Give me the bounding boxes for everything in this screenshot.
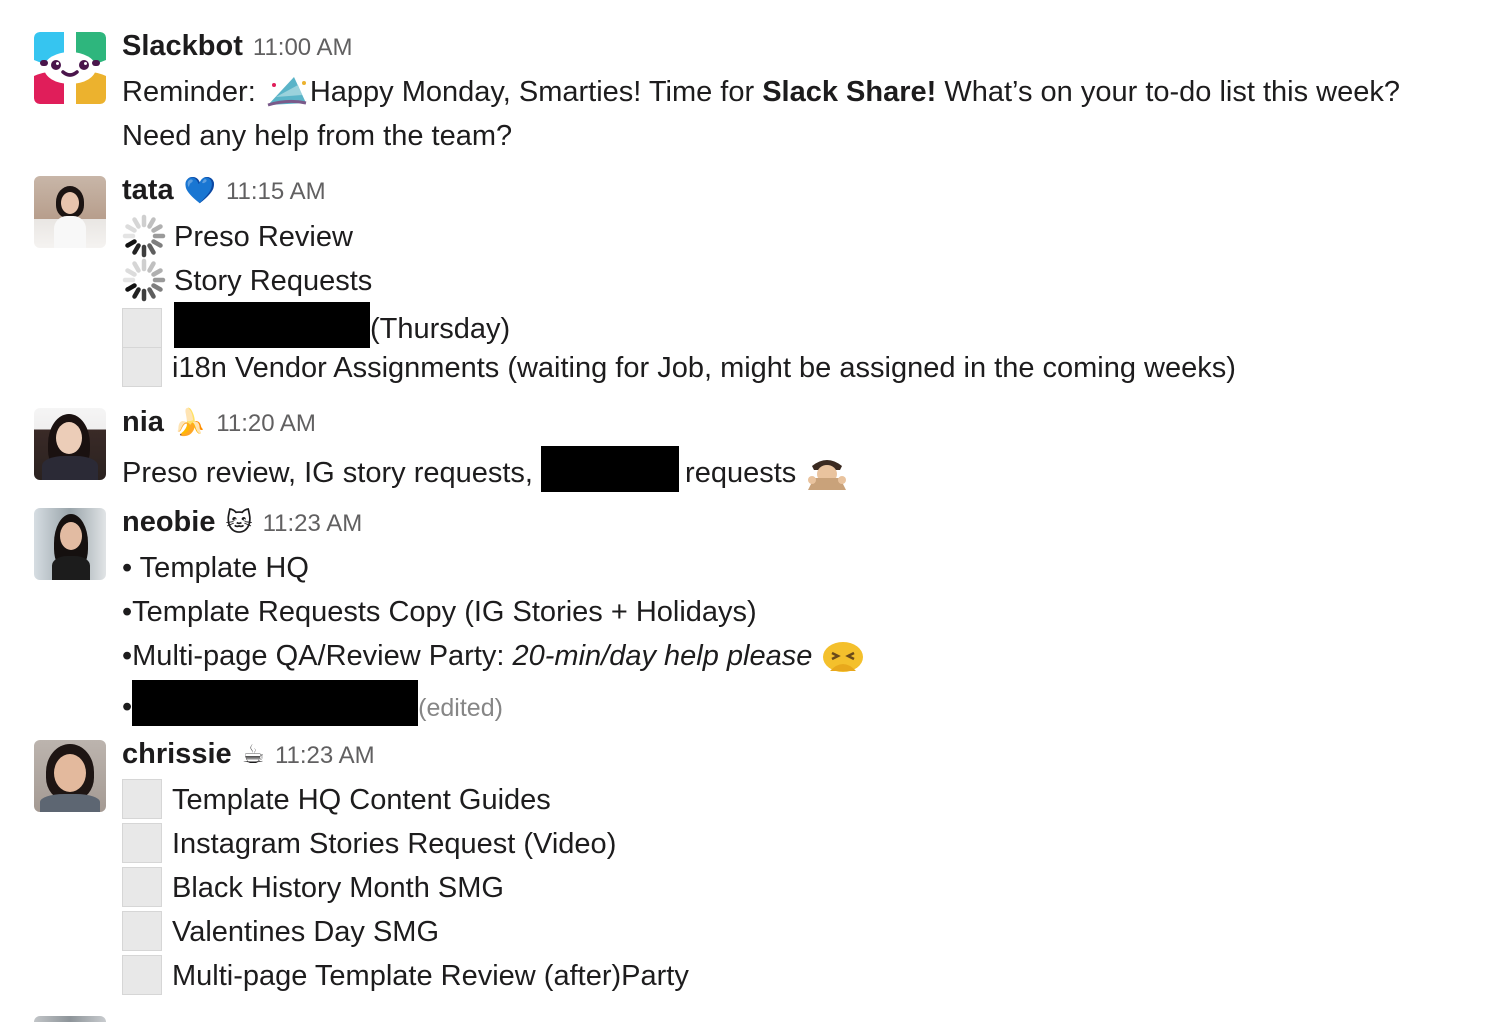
avatar-chrissie[interactable] — [34, 740, 106, 812]
message-timestamp[interactable]: 11:20 AM — [216, 410, 316, 438]
checkbox-empty-icon — [122, 955, 162, 995]
list-item: • Template HQ — [122, 552, 309, 584]
sender-name[interactable]: tata — [122, 174, 174, 207]
reminder-text-bold: Slack Share! — [762, 76, 937, 108]
avatar-tata[interactable] — [34, 176, 106, 248]
sender-name[interactable]: chrissie — [122, 738, 232, 771]
item-text: Instagram Stories Request (Video) — [172, 828, 617, 860]
message-text-line2: Need any help from the team? — [122, 120, 513, 152]
avatar-next-message[interactable] — [34, 1016, 106, 1022]
message-timestamp[interactable]: 11:23 AM — [263, 510, 363, 538]
checkbox-empty-icon — [122, 779, 162, 819]
loading-spinner-icon — [122, 214, 166, 258]
blue-heart-icon[interactable]: 💙 — [184, 177, 216, 203]
item-text: Story Requests — [174, 265, 373, 297]
list-item: Story Requests — [122, 258, 372, 303]
list-item: i18n Vendor Assignments (waiting for Job… — [122, 346, 1236, 390]
edited-label: (edited) — [418, 694, 503, 722]
checkbox-empty-icon — [122, 308, 162, 348]
checkbox-empty-icon — [122, 823, 162, 863]
sender-name[interactable]: nia — [122, 406, 164, 439]
sender-name[interactable]: neobie — [122, 506, 215, 539]
list-item: •Multi-page QA/Review Party: 20-min/day … — [122, 634, 866, 686]
item-text: Multi-page Template Review (after)Party — [172, 960, 689, 992]
message-text: Preso review, IG story requests, request… — [122, 446, 850, 503]
list-item: Template HQ Content Guides — [122, 778, 551, 822]
reminder-text-part1: Happy Monday, Smarties! Time for — [309, 76, 763, 108]
checkbox-empty-icon — [122, 347, 162, 387]
item-text: i18n Vendor Assignments (waiting for Job… — [172, 352, 1236, 384]
item-text: (Thursday) — [370, 313, 511, 345]
text-part1: Preso review, IG story requests, — [122, 457, 542, 489]
bullet: • — [122, 691, 133, 723]
reminder-text-part2: What’s on your to-do list this week? — [936, 76, 1400, 108]
coffee-icon[interactable]: ☕ — [242, 741, 265, 767]
pleading-hands-emoji-icon — [820, 637, 866, 686]
message-timestamp[interactable]: 11:23 AM — [275, 742, 375, 770]
text-part2: requests — [685, 457, 797, 489]
list-item: Valentines Day SMG — [122, 910, 439, 954]
item-text: •Multi-page QA/Review Party: — [122, 640, 513, 672]
banana-icon[interactable]: 🍌 — [174, 409, 206, 435]
item-text: Black History Month SMG — [172, 872, 504, 904]
item-text: Template HQ Content Guides — [172, 784, 551, 816]
avatar-nia[interactable] — [34, 408, 106, 480]
avatar-neobie[interactable] — [34, 508, 106, 580]
sender-name[interactable]: Slackbot — [122, 30, 243, 63]
custom-person-emoji-icon — [804, 454, 850, 503]
item-text: Valentines Day SMG — [172, 916, 440, 948]
redacted-block — [541, 446, 680, 492]
checkbox-empty-icon — [122, 867, 162, 907]
redacted-block — [174, 302, 370, 348]
list-item: Black History Month SMG — [122, 866, 504, 910]
item-text: Preso Review — [174, 221, 353, 253]
list-item: Preso Review — [122, 214, 353, 259]
reminder-label: Reminder: — [122, 76, 256, 108]
checkbox-empty-icon — [122, 911, 162, 951]
cat-face-icon[interactable]: 🐱 — [225, 509, 252, 535]
list-item: Instagram Stories Request (Video) — [122, 822, 616, 866]
list-item: Multi-page Template Review (after)Party — [122, 954, 689, 998]
avatar-slackbot[interactable] — [34, 32, 106, 104]
message-timestamp[interactable]: 11:15 AM — [226, 178, 326, 206]
item-text-italic: 20-min/day help please — [512, 640, 813, 672]
message-timestamp[interactable]: 11:00 AM — [253, 34, 353, 62]
redacted-block — [132, 680, 419, 726]
loading-spinner-icon — [122, 258, 166, 302]
slackbot-logo-icon — [34, 32, 106, 104]
list-item: (Thursday) — [122, 302, 510, 351]
list-item: •Template Requests Copy (IG Stories + Ho… — [122, 596, 757, 628]
list-item: • (edited) — [122, 680, 503, 730]
